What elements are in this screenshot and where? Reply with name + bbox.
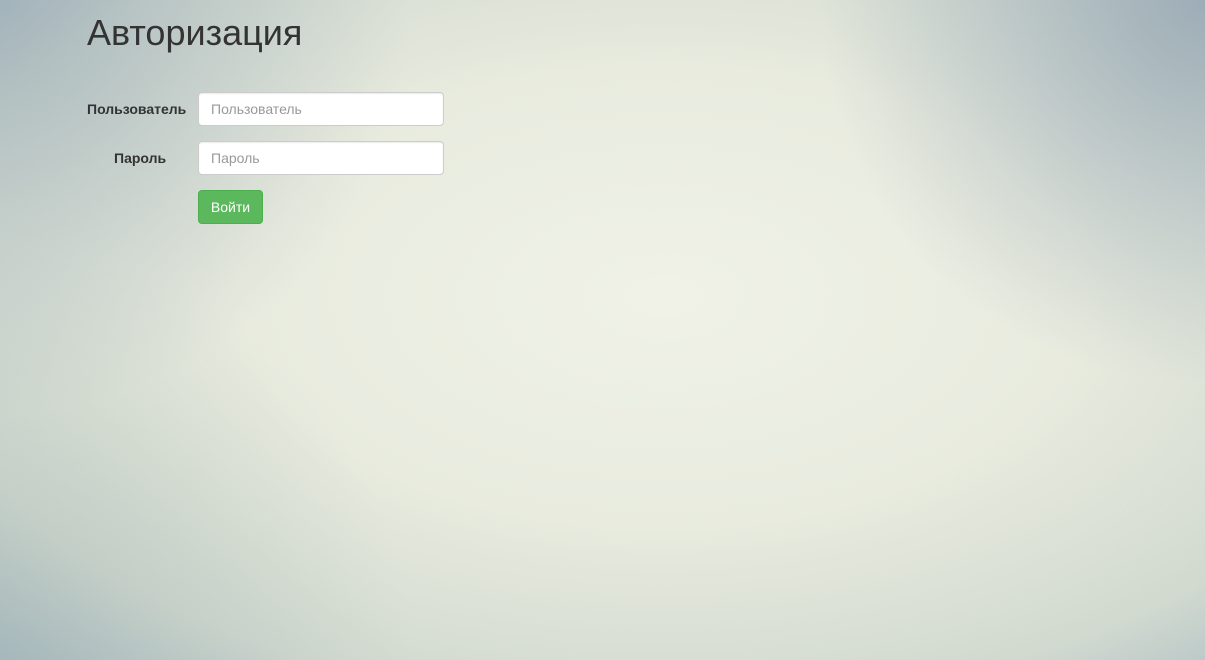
username-row: Пользователь <box>87 92 487 126</box>
username-label: Пользователь <box>87 101 187 117</box>
password-input[interactable] <box>198 141 444 175</box>
username-input[interactable] <box>198 92 444 126</box>
login-button[interactable]: Войти <box>198 190 263 224</box>
password-label: Пароль <box>114 150 167 166</box>
submit-row: Войти <box>87 190 487 224</box>
page-title: Авторизация <box>87 12 303 53</box>
password-row: Пароль <box>87 141 487 175</box>
